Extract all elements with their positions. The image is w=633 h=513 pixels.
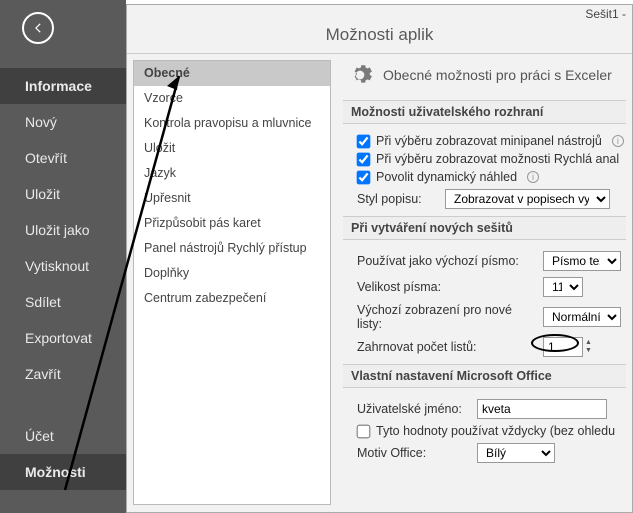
lbl-quick-analysis: Při výběru zobrazovat možnosti Rychlá an… — [376, 152, 619, 166]
cat-zabezpeceni[interactable]: Centrum zabezpečení — [134, 286, 330, 311]
cat-obecne[interactable]: Obecné — [134, 61, 330, 86]
spin-up-icon[interactable]: ▲ — [585, 339, 592, 347]
sel-font-size[interactable]: 11 — [543, 277, 583, 297]
lbl-tooltip-style: Styl popisu: — [357, 192, 437, 206]
nav-sdilet[interactable]: Sdílet — [0, 284, 126, 320]
backstage-nav: Informace Nový Otevřít Uložit Uložit jak… — [0, 68, 126, 490]
section-new-title: Při vytváření nových sešitů — [343, 216, 626, 240]
nav-ucet[interactable]: Účet — [0, 418, 126, 454]
nav-informace[interactable]: Informace — [0, 68, 126, 104]
settings-icon — [347, 62, 373, 88]
input-username[interactable] — [477, 399, 607, 419]
content-header: Obecné možnosti pro práci s Exceler — [343, 62, 626, 88]
lbl-username: Uživatelské jméno: — [357, 402, 469, 416]
chk-dynamic-preview[interactable] — [357, 170, 371, 184]
lbl-default-font: Používat jako výchozí písmo: — [357, 254, 535, 268]
info-icon[interactable]: i — [612, 135, 624, 147]
spin-down-icon[interactable]: ▼ — [585, 347, 592, 355]
info-icon[interactable]: i — [527, 171, 539, 183]
chk-minipanel[interactable] — [357, 134, 371, 148]
lbl-sheet-count: Zahrnovat počet listů: — [357, 340, 535, 354]
nav-moznosti[interactable]: Možnosti — [0, 454, 126, 490]
back-button[interactable] — [22, 12, 54, 44]
chk-always-use[interactable] — [357, 424, 371, 438]
arrow-left-icon — [31, 21, 45, 35]
nav-otevrit[interactable]: Otevřít — [0, 140, 126, 176]
section-ui-title: Možnosti uživatelského rozhraní — [343, 100, 626, 124]
nav-ulozit[interactable]: Uložit — [0, 176, 126, 212]
input-sheet-count[interactable] — [543, 337, 583, 357]
options-category-list: Obecné Vzorce Kontrola pravopisu a mluvn… — [133, 60, 331, 505]
cat-upresnit[interactable]: Upřesnit — [134, 186, 330, 211]
options-dialog: Sešit1 - Možnosti aplik Obecné Vzorce Ko… — [126, 4, 633, 513]
spin-sheet-count[interactable]: ▲▼ — [543, 337, 592, 357]
sel-tooltip-style[interactable]: Zobrazovat v popisech vysvětlen — [445, 189, 610, 209]
lbl-always-use: Tyto hodnoty používat vždycky (bez ohled… — [376, 424, 615, 438]
workbook-title: Sešit1 - — [127, 5, 632, 21]
lbl-office-theme: Motiv Office: — [357, 446, 469, 460]
nav-exportovat[interactable]: Exportovat — [0, 320, 126, 356]
cat-pas-karet[interactable]: Přizpůsobit pás karet — [134, 211, 330, 236]
cat-doplnky[interactable]: Doplňky — [134, 261, 330, 286]
section-user-title: Vlastní nastavení Microsoft Office — [343, 364, 626, 388]
sel-office-theme[interactable]: Bílý — [477, 443, 555, 463]
lbl-dynamic-preview: Povolit dynamický náhled — [376, 170, 517, 184]
cat-jazyk[interactable]: Jazyk — [134, 161, 330, 186]
lbl-minipanel: Při výběru zobrazovat minipanel nástrojů — [376, 134, 602, 148]
cat-rychly-pristup[interactable]: Panel nástrojů Rychlý přístup — [134, 236, 330, 261]
cat-vzorce[interactable]: Vzorce — [134, 86, 330, 111]
cat-ulozit[interactable]: Uložit — [134, 136, 330, 161]
cat-pravopis[interactable]: Kontrola pravopisu a mluvnice — [134, 111, 330, 136]
backstage-sidebar: Informace Nový Otevřít Uložit Uložit jak… — [0, 0, 126, 513]
dialog-title: Možnosti aplik — [127, 21, 632, 54]
lbl-default-view: Výchozí zobrazení pro nové listy: — [357, 303, 535, 331]
nav-ulozit-jako[interactable]: Uložit jako — [0, 212, 126, 248]
nav-zavrit[interactable]: Zavřít — [0, 356, 126, 392]
sel-default-view[interactable]: Normální zo — [543, 307, 621, 327]
chk-quick-analysis[interactable] — [357, 152, 371, 166]
nav-novy[interactable]: Nový — [0, 104, 126, 140]
sel-default-font[interactable]: Písmo textu — [543, 251, 621, 271]
nav-vytisknout[interactable]: Vytisknout — [0, 248, 126, 284]
lbl-font-size: Velikost písma: — [357, 280, 535, 294]
options-content: Obecné možnosti pro práci s Exceler Možn… — [337, 54, 632, 511]
content-header-text: Obecné možnosti pro práci s Exceler — [383, 67, 612, 83]
